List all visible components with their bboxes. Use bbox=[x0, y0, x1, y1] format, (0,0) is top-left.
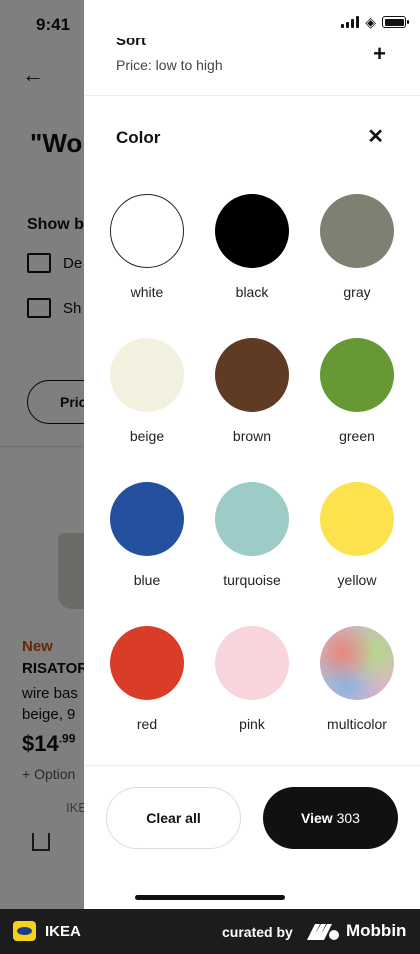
color-swatch-turquoise[interactable]: turquoise bbox=[199, 482, 305, 588]
clear-all-button[interactable]: Clear all bbox=[106, 787, 241, 849]
color-swatch-circle[interactable] bbox=[320, 194, 394, 268]
color-swatch-circle[interactable] bbox=[320, 626, 394, 700]
color-swatch-label: green bbox=[339, 428, 375, 444]
color-swatch-black[interactable]: black bbox=[199, 194, 305, 300]
sort-title: Sort bbox=[116, 38, 146, 48]
home-indicator bbox=[135, 895, 285, 900]
close-icon[interactable]: ✕ bbox=[367, 126, 384, 148]
color-swatch-label: beige bbox=[129, 428, 165, 444]
color-swatch-label: brown bbox=[232, 428, 272, 444]
mobbin-logo-icon bbox=[307, 924, 339, 940]
battery-icon bbox=[382, 16, 409, 28]
color-swatch-circle[interactable] bbox=[215, 194, 289, 268]
color-swatch-multicolor[interactable]: multicolor bbox=[304, 626, 410, 732]
color-swatch-pink[interactable]: pink bbox=[199, 626, 305, 732]
color-swatch-circle[interactable] bbox=[320, 338, 394, 412]
color-swatch-label: blue bbox=[133, 572, 161, 588]
signal-icon bbox=[341, 16, 360, 28]
footer-divider bbox=[84, 765, 420, 766]
color-swatch-circle[interactable] bbox=[215, 482, 289, 556]
color-swatch-label: white bbox=[130, 284, 164, 300]
color-swatch-circle[interactable] bbox=[110, 482, 184, 556]
color-swatch-circle[interactable] bbox=[215, 626, 289, 700]
view-results-button[interactable]: View 303 bbox=[263, 787, 398, 849]
mobbin-name: Mobbin bbox=[346, 921, 407, 940]
color-swatch-circle[interactable] bbox=[110, 194, 184, 268]
curated-by-label: curated by bbox=[222, 924, 293, 940]
color-swatch-brown[interactable]: brown bbox=[199, 338, 305, 444]
color-swatch-circle[interactable] bbox=[320, 482, 394, 556]
ikea-logo-icon bbox=[13, 921, 36, 941]
view-label: View bbox=[301, 810, 333, 826]
color-swatch-white[interactable]: white bbox=[94, 194, 200, 300]
sort-section[interactable]: Sort Price: low to high + bbox=[84, 30, 420, 96]
color-swatch-yellow[interactable]: yellow bbox=[304, 482, 410, 588]
color-swatch-label: turquoise bbox=[223, 572, 281, 588]
color-swatch-label: multicolor bbox=[327, 716, 387, 732]
color-swatch-circle[interactable] bbox=[110, 338, 184, 412]
color-swatch-label: yellow bbox=[337, 572, 377, 588]
status-icons: ◈ bbox=[341, 14, 409, 30]
color-swatch-red[interactable]: red bbox=[94, 626, 200, 732]
sort-value: Price: low to high bbox=[116, 57, 223, 73]
plus-icon[interactable]: + bbox=[373, 42, 386, 66]
color-swatch-label: gray bbox=[343, 284, 371, 300]
color-swatch-circle[interactable] bbox=[110, 626, 184, 700]
filter-sheet: ◈ Sort Price: low to high + Color ✕ whit… bbox=[84, 0, 420, 909]
color-swatch-label: red bbox=[136, 716, 158, 732]
brand-bar: IKEA curated by Mobbin bbox=[0, 909, 420, 954]
color-swatch-beige[interactable]: beige bbox=[94, 338, 200, 444]
color-swatch-label: black bbox=[235, 284, 269, 300]
color-swatch-green[interactable]: green bbox=[304, 338, 410, 444]
color-swatch-gray[interactable]: gray bbox=[304, 194, 410, 300]
color-swatch-blue[interactable]: blue bbox=[94, 482, 200, 588]
color-swatch-circle[interactable] bbox=[215, 338, 289, 412]
color-section-title: Color bbox=[116, 128, 161, 147]
wifi-icon: ◈ bbox=[365, 14, 376, 30]
app-name: IKEA bbox=[45, 923, 81, 940]
view-count: 303 bbox=[336, 810, 360, 826]
color-swatch-label: pink bbox=[239, 716, 265, 732]
